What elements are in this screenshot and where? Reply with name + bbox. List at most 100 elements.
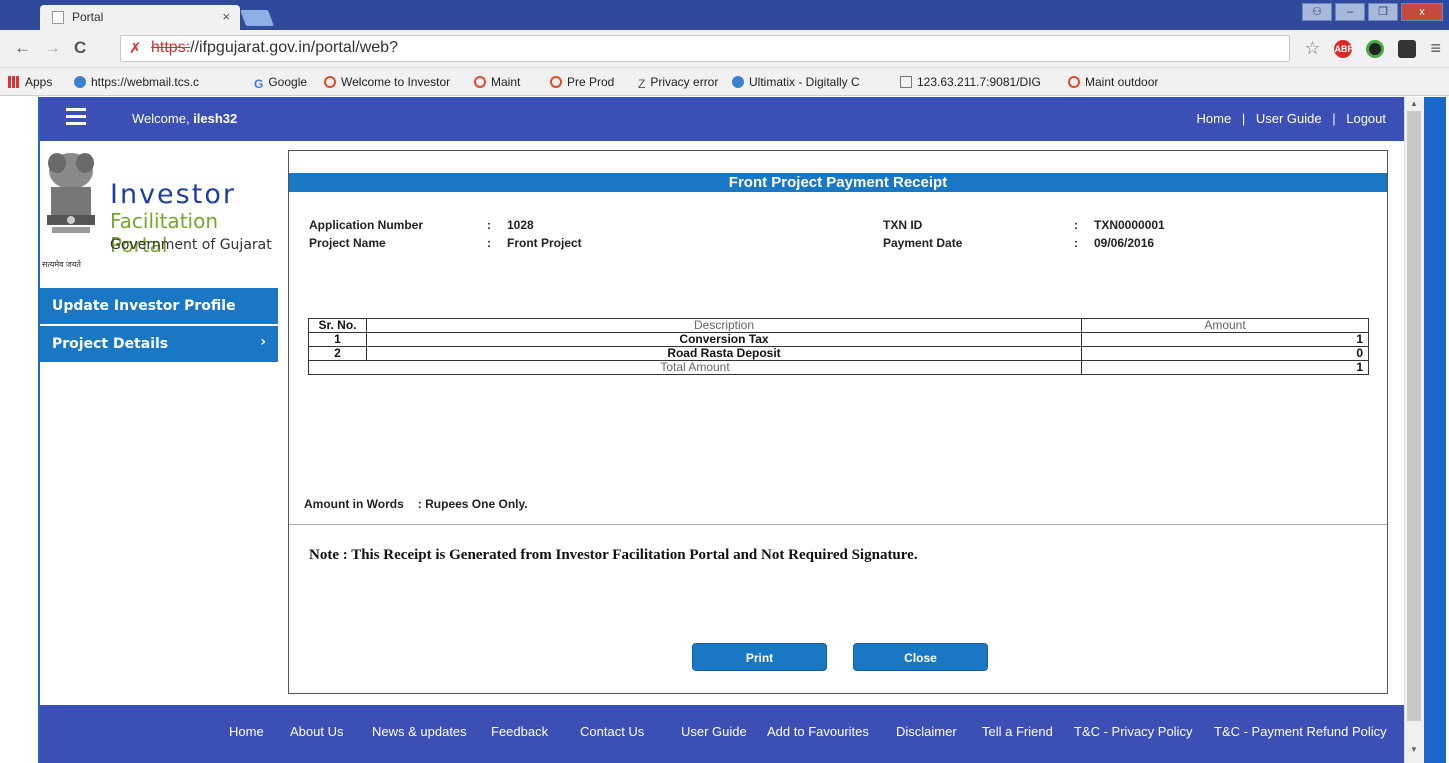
back-arrow-icon[interactable]: ←: [14, 38, 31, 58]
portal-favicon-icon: [1068, 76, 1080, 88]
url-protocol: https:: [151, 39, 191, 56]
footer-link-feedback[interactable]: Feedback: [491, 724, 548, 739]
bookmarks-bar: Apps https://webmail.tcs.c G Google Welco…: [0, 68, 1449, 96]
sidebar-item-label: Project Details: [52, 336, 169, 352]
scroll-up-icon[interactable]: ▲: [1410, 99, 1418, 108]
fee-table: Sr. No. Description Amount 1 Conversion …: [308, 318, 1369, 375]
toolbar-icons: ☆ ABP ≡: [1304, 38, 1441, 59]
tab-title: Portal: [72, 10, 104, 24]
national-emblem-icon: [47, 153, 95, 233]
footer-link-home[interactable]: Home: [229, 724, 264, 739]
restore-button[interactable]: ❐: [1368, 3, 1398, 21]
column-header-description: Description: [366, 318, 1082, 333]
header-link-logout[interactable]: Logout: [1346, 111, 1386, 126]
browser-tab-bar: Portal × ⚇ – ❐ x: [0, 0, 1449, 30]
footer-link-contact-us[interactable]: Contact Us: [580, 724, 644, 739]
bookmark-pre-prod[interactable]: Pre Prod: [550, 75, 614, 89]
close-button[interactable]: Close: [853, 643, 988, 671]
receipt-title: Front Project Payment Receipt: [289, 173, 1387, 192]
print-button[interactable]: Print: [692, 643, 827, 671]
row-sr-no: 1: [308, 332, 367, 347]
column-header-amount: Amount: [1081, 318, 1369, 333]
minimize-button[interactable]: –: [1335, 3, 1365, 21]
bookmark-ultimatix[interactable]: Ultimatix - Digitally C: [732, 75, 860, 89]
tab-close-icon[interactable]: ×: [222, 9, 230, 24]
footer-link-refund-policy[interactable]: T&C - Payment Refund Policy: [1214, 724, 1387, 739]
sidebar-item-label: Update Investor Profile: [52, 298, 236, 314]
header-link-user-guide[interactable]: User Guide: [1256, 111, 1322, 126]
privacy-error-icon: Z: [638, 77, 646, 91]
sidebar-item-project-details[interactable]: Project Details ›: [40, 326, 278, 362]
browser-tab-portal[interactable]: Portal ×: [40, 5, 240, 30]
scrollbar-thumb[interactable]: [1407, 111, 1421, 721]
logo-line-investor: Investor: [110, 179, 236, 210]
footer-link-privacy-policy[interactable]: T&C - Privacy Policy: [1074, 724, 1192, 739]
menu-icon[interactable]: ≡: [1430, 38, 1441, 59]
portal-favicon-icon: [550, 76, 562, 88]
bookmark-maint[interactable]: Maint: [474, 75, 520, 89]
portal-page: Welcome, ilesh32 Home | User Guide | Log…: [38, 97, 1406, 763]
profile-button[interactable]: ⚇: [1302, 3, 1332, 21]
portal-favicon-icon: [324, 76, 336, 88]
table-row: 1 Conversion Tax 1: [308, 332, 1369, 347]
row-amount: 0: [1081, 346, 1369, 361]
username: ilesh32: [193, 111, 238, 126]
footer-link-tell-a-friend[interactable]: Tell a Friend: [982, 724, 1053, 739]
adblock-icon[interactable]: ABP: [1334, 39, 1354, 58]
browser-toolbar: ← → C ✗ https://ifpgujarat.gov.in/portal…: [0, 30, 1449, 68]
divider: [289, 524, 1387, 525]
chevron-right-icon: ›: [260, 334, 266, 350]
webmail-icon: [74, 76, 86, 88]
amount-words-label: Amount in Words: [304, 497, 404, 511]
footer-link-news-updates[interactable]: News & updates: [372, 724, 467, 739]
table-header-row: Sr. No. Description Amount: [308, 318, 1369, 333]
logo-line-government: Government of Gujarat: [110, 237, 272, 253]
amount-words-value: Rupees One Only.: [425, 497, 528, 511]
bookmark-google[interactable]: G Google: [254, 75, 307, 91]
receipt-note: Note : This Receipt is Generated from In…: [309, 547, 918, 563]
welcome-text: Welcome, ilesh32: [132, 111, 238, 126]
bookmark-maint-outdoor[interactable]: Maint outdoor: [1068, 75, 1158, 89]
footer-link-about-us[interactable]: About Us: [290, 724, 343, 739]
column-header-sr-no: Sr. No.: [308, 318, 367, 333]
new-tab-button[interactable]: [240, 10, 274, 26]
row-description: Road Rasta Deposit: [366, 346, 1082, 361]
header-link-home[interactable]: Home: [1197, 111, 1232, 126]
payment-receipt-panel: Front Project Payment Receipt Applicatio…: [288, 150, 1388, 694]
vertical-scrollbar[interactable]: ▲ ▼: [1404, 97, 1424, 763]
extension-circle-icon[interactable]: [1366, 39, 1385, 58]
row-amount: 1: [1081, 332, 1369, 347]
project-name-value: Front Project: [507, 236, 582, 250]
bookmark-ip-address[interactable]: 123.63.211.7:9081/DIG: [900, 75, 1041, 89]
window-close-button[interactable]: x: [1401, 3, 1443, 21]
star-bookmark-icon[interactable]: ☆: [1304, 38, 1320, 59]
insecure-lock-icon: ✗: [129, 40, 142, 57]
bookmark-privacy-error[interactable]: Z Privacy error: [638, 75, 718, 91]
footer-link-disclaimer[interactable]: Disclaimer: [896, 724, 957, 739]
forward-arrow-icon[interactable]: →: [44, 38, 61, 58]
bookmark-apps[interactable]: Apps: [8, 75, 52, 89]
sidebar-item-update-investor-profile[interactable]: Update Investor Profile: [40, 288, 278, 324]
google-icon: G: [254, 77, 264, 91]
total-row: Total Amount 1: [308, 360, 1369, 375]
txn-id-value: TXN0000001: [1094, 218, 1165, 232]
ultimatix-icon: [732, 76, 744, 88]
page-icon: [900, 76, 912, 88]
extension-square-icon[interactable]: [1398, 39, 1417, 58]
bookmark-webmail[interactable]: https://webmail.tcs.c: [74, 75, 199, 89]
address-input[interactable]: ✗ https://ifpgujarat.gov.in/portal/web?: [120, 35, 1290, 62]
payment-date-label: Payment Date: [883, 236, 963, 250]
footer-link-add-to-favourites[interactable]: Add to Favourites: [767, 724, 869, 739]
browser-window: Portal × ⚇ – ❐ x ← → C ✗ https://ifpguja…: [0, 0, 1449, 763]
bookmark-welcome-investor[interactable]: Welcome to Investor: [324, 75, 450, 89]
scroll-down-icon[interactable]: ▼: [1410, 745, 1418, 754]
reload-icon[interactable]: C: [74, 38, 86, 58]
table-row: 2 Road Rasta Deposit 0: [308, 346, 1369, 361]
portal-favicon-icon: [474, 76, 486, 88]
project-name-label: Project Name: [309, 236, 386, 250]
apps-grid-icon: [8, 76, 20, 88]
header-links: Home | User Guide | Logout: [1196, 111, 1386, 126]
application-number-label: Application Number: [309, 218, 424, 232]
hamburger-menu-icon[interactable]: [66, 108, 86, 126]
footer-link-user-guide[interactable]: User Guide: [681, 724, 747, 739]
